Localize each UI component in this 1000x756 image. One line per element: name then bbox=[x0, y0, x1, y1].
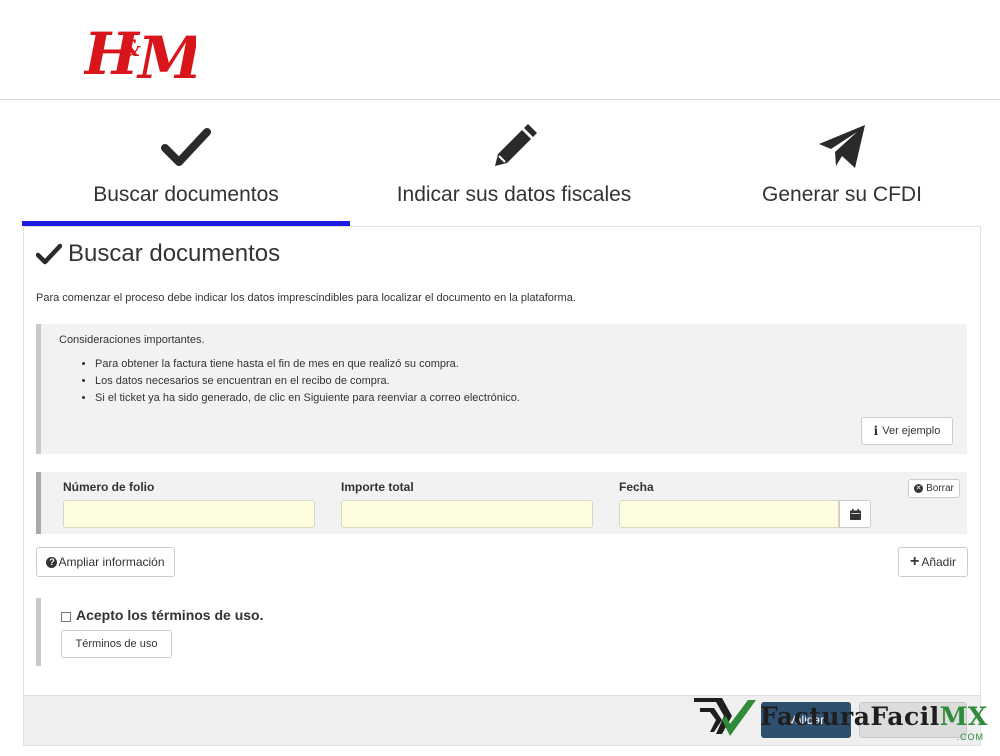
step-label: Indicar sus datos fiscales bbox=[396, 183, 632, 206]
watermark-text: FacturaFacilMX bbox=[760, 702, 988, 731]
list-item: Si el ticket ya ha sido generado, de cli… bbox=[95, 390, 520, 407]
panel-title-text: Buscar documentos bbox=[68, 240, 281, 267]
borrar-button[interactable]: ✕ Borrar bbox=[908, 479, 960, 498]
importe-input[interactable] bbox=[341, 500, 593, 528]
step-generar-cfdi[interactable]: Generar su CFDI bbox=[678, 100, 1000, 226]
accept-terms-label: Acepto los términos de uso. bbox=[76, 607, 264, 623]
folio-input[interactable] bbox=[63, 500, 315, 528]
question-circle-icon: ? bbox=[46, 556, 58, 568]
notes-list: Para obtener la factura tiene hasta el f… bbox=[77, 356, 520, 407]
plus-icon: + bbox=[909, 553, 920, 570]
svg-text:M: M bbox=[136, 24, 196, 88]
calendar-button[interactable] bbox=[839, 500, 871, 528]
pencil-icon bbox=[495, 124, 537, 166]
notes-title: Consideraciones importantes. bbox=[59, 334, 205, 346]
ver-ejemplo-label: Ver ejemplo bbox=[882, 425, 941, 437]
step-label: Generar su CFDI bbox=[762, 183, 922, 206]
ampliar-label: Ampliar información bbox=[58, 555, 165, 569]
ampliar-informacion-button[interactable]: ? Ampliar información bbox=[36, 547, 175, 577]
close-circle-icon: ✕ bbox=[914, 484, 924, 493]
important-notes: Consideraciones importantes. Para obtene… bbox=[36, 324, 967, 454]
panel-title: Buscar documentos bbox=[36, 239, 280, 269]
ver-ejemplo-button[interactable]: i Ver ejemplo bbox=[861, 417, 953, 445]
check-icon bbox=[161, 128, 211, 166]
page-header: H & M bbox=[0, 0, 1000, 100]
fecha-input[interactable] bbox=[619, 500, 839, 528]
list-item: Para obtener la factura tiene hasta el f… bbox=[95, 356, 520, 373]
importe-label: Importe total bbox=[341, 480, 414, 494]
wizard-steps: Buscar documentos Indicar sus datos fisc… bbox=[22, 100, 982, 226]
borrar-label: Borrar bbox=[926, 483, 954, 494]
anadir-label: Añadir bbox=[921, 555, 957, 569]
terminos-de-uso-button[interactable]: Términos de uso bbox=[61, 630, 172, 658]
calendar-icon bbox=[849, 508, 861, 520]
panel-intro: Para comenzar el proceso debe indicar lo… bbox=[36, 292, 576, 304]
terms-section: Acepto los términos de uso. Términos de … bbox=[36, 598, 336, 666]
fecha-label: Fecha bbox=[619, 480, 654, 494]
list-item: Los datos necesarios se encuentran en el… bbox=[95, 373, 520, 390]
info-icon: i bbox=[873, 424, 879, 438]
anadir-button[interactable]: + Añadir bbox=[898, 547, 968, 577]
watermark-domain: .COM bbox=[956, 732, 984, 742]
check-icon bbox=[36, 243, 62, 265]
search-fields: Número de folio Importe total Fecha ✕ Bo… bbox=[36, 472, 967, 534]
hm-logo: H & M bbox=[84, 20, 196, 88]
paper-plane-icon bbox=[819, 125, 865, 168]
step-label: Buscar documentos bbox=[93, 183, 279, 206]
search-documents-panel: Buscar documentos Para comenzar el proce… bbox=[23, 226, 981, 746]
watermark-logo-icon bbox=[694, 698, 756, 736]
facturafacil-watermark: FacturaFacilMX .COM bbox=[692, 690, 992, 746]
step-buscar-documentos[interactable]: Buscar documentos bbox=[22, 100, 350, 226]
folio-label: Número de folio bbox=[63, 480, 155, 494]
terminos-label: Términos de uso bbox=[75, 638, 158, 650]
accept-terms-checkbox[interactable] bbox=[61, 612, 71, 622]
step-datos-fiscales[interactable]: Indicar sus datos fiscales bbox=[350, 100, 678, 226]
